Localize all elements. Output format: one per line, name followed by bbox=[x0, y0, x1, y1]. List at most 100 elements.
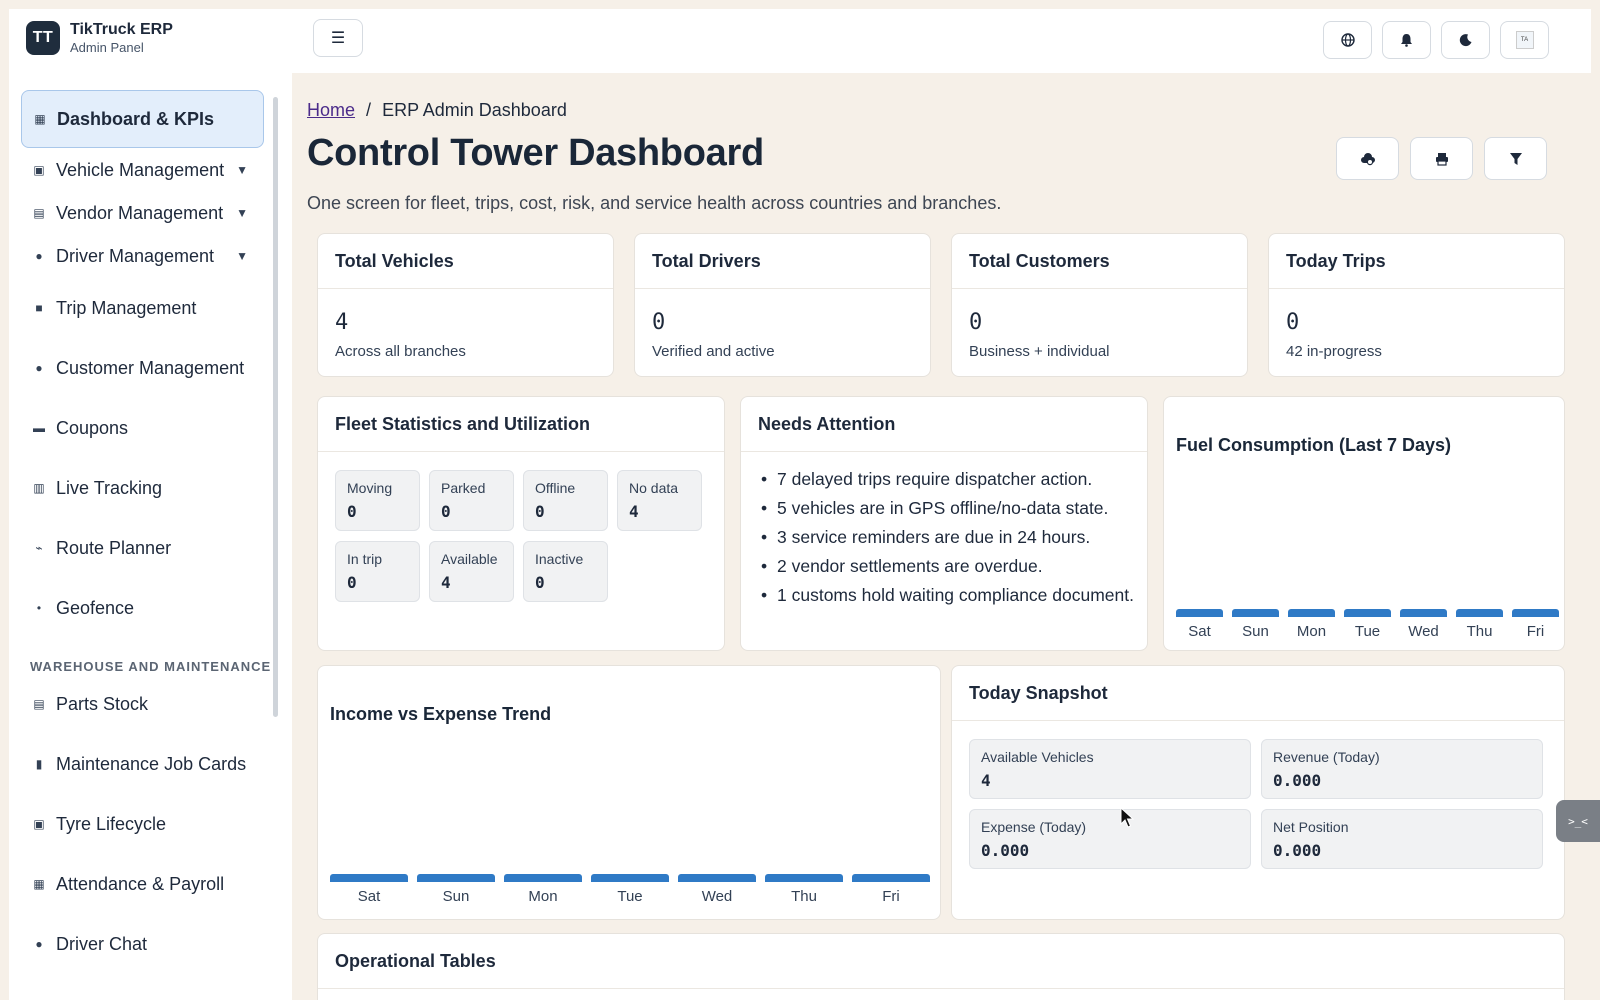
snapshot-value: 0.000 bbox=[981, 841, 1030, 860]
chart-bar-group: Fri bbox=[1512, 609, 1559, 640]
today-snapshot-card: Today Snapshot Available Vehicles 4 Reven… bbox=[951, 665, 1565, 920]
truck-icon: ■ bbox=[35, 301, 43, 315]
language-button[interactable] bbox=[1323, 21, 1372, 59]
chat-icon: ● bbox=[35, 937, 43, 951]
sidebar-item-coupons[interactable]: ▬ Coupons bbox=[21, 408, 264, 448]
bus-icon: ▣ bbox=[33, 163, 45, 177]
tick-label: Thu bbox=[1466, 623, 1493, 640]
theme-toggle-button[interactable] bbox=[1441, 21, 1490, 59]
sidebar-item-attendance[interactable]: ▦ Attendance & Payroll bbox=[21, 864, 264, 904]
menu-toggle-button[interactable]: ☰ bbox=[313, 19, 363, 57]
sidebar-item-driver-chat[interactable]: ● Driver Chat bbox=[21, 924, 264, 964]
profile-button[interactable]: TA bbox=[1500, 21, 1549, 59]
chart-bar bbox=[1400, 609, 1447, 617]
notifications-button[interactable] bbox=[1382, 21, 1431, 59]
stat-tile: Available 4 bbox=[429, 541, 514, 602]
needs-attention-card: Needs Attention 7 delayed trips require … bbox=[740, 396, 1148, 651]
chart-bar-group: Sat bbox=[330, 874, 408, 905]
sidebar-item-job-cards[interactable]: ▮ Maintenance Job Cards bbox=[21, 744, 264, 784]
card-title: Operational Tables bbox=[318, 934, 1564, 989]
users-icon: ● bbox=[35, 361, 43, 375]
sidebar-item-label: Trip Management bbox=[56, 297, 197, 318]
sidebar-section-label: WAREHOUSE AND MAINTENANCE bbox=[30, 659, 272, 674]
chevron-down-icon: ▼ bbox=[236, 163, 248, 177]
sidebar-item-label: Maintenance Job Cards bbox=[56, 753, 247, 774]
ticket-icon: ▬ bbox=[33, 421, 45, 435]
kpi-card-trips: Today Trips 0 42 in-progress bbox=[1268, 233, 1565, 377]
map-icon: ▥ bbox=[33, 481, 45, 495]
stat-label: Available bbox=[441, 551, 498, 567]
filter-button[interactable] bbox=[1484, 137, 1547, 180]
kpi-subtext: Across all branches bbox=[335, 343, 466, 360]
stat-tile: In trip 0 bbox=[335, 541, 420, 602]
operational-tables-card: Operational Tables bbox=[317, 933, 1565, 1000]
kpi-value: 0 bbox=[969, 310, 983, 335]
sync-button[interactable] bbox=[1336, 137, 1399, 180]
chart-bar-group: Fri bbox=[852, 874, 930, 905]
sidebar-item-tyre-lifecycle[interactable]: ▣ Tyre Lifecycle bbox=[21, 804, 264, 844]
stat-tile: Parked 0 bbox=[429, 470, 514, 531]
card-title: Total Vehicles bbox=[318, 234, 613, 289]
sidebar-item-geofence[interactable]: • Geofence bbox=[21, 588, 264, 628]
card-title: Fleet Statistics and Utilization bbox=[318, 397, 724, 452]
box-icon: ▤ bbox=[33, 697, 45, 711]
stat-label: In trip bbox=[347, 551, 383, 567]
calculator-icon: ▦ bbox=[33, 877, 45, 891]
sidebar-item-route-planner[interactable]: ⌁ Route Planner bbox=[21, 528, 264, 568]
print-button[interactable] bbox=[1410, 137, 1473, 180]
stat-label: Offline bbox=[535, 480, 576, 496]
kpi-card-customers: Total Customers 0 Business + individual bbox=[951, 233, 1248, 377]
sidebar-item-label: Geofence bbox=[56, 597, 135, 618]
chart-title: Fuel Consumption (Last 7 Days) bbox=[1176, 435, 1452, 455]
chart-bar-group: Wed bbox=[1400, 609, 1447, 640]
chart-bar-group: Mon bbox=[1288, 609, 1335, 640]
sidebar-item-label: Driver Chat bbox=[56, 933, 148, 954]
main-content: Home / ERP Admin Dashboard Control Tower… bbox=[307, 73, 1591, 1000]
chart-title: Income vs Expense Trend bbox=[330, 704, 552, 724]
sidebar-scrollbar[interactable] bbox=[273, 97, 278, 717]
building-icon: ▤ bbox=[33, 206, 45, 220]
list-item: 1 customs hold waiting compliance docume… bbox=[761, 585, 1136, 606]
filter-icon bbox=[1509, 152, 1522, 165]
app-frame: TT TikTruck ERP Admin Panel ☰ TA ▦ Dashb… bbox=[9, 9, 1591, 1000]
fuel-bars: Sat Sun Mon Tue Wed Thu Fri bbox=[1176, 609, 1559, 640]
chart-bar bbox=[504, 874, 582, 882]
sidebar-item-dashboard[interactable]: ▦ Dashboard & KPIs bbox=[21, 90, 264, 148]
floating-widget-button[interactable]: >_< bbox=[1556, 800, 1600, 842]
chart-bar-group: Tue bbox=[1344, 609, 1391, 640]
sidebar-item-parts-stock[interactable]: ▤ Parts Stock bbox=[21, 684, 264, 724]
snapshot-label: Available Vehicles bbox=[981, 749, 1094, 765]
sidebar-item-customers[interactable]: ● Customer Management bbox=[21, 348, 264, 388]
tick-label: Fri bbox=[882, 888, 900, 905]
sidebar-item-live-tracking[interactable]: ▥ Live Tracking bbox=[21, 468, 264, 508]
sidebar-item-vehicles[interactable]: ▣ Vehicle Management ▼ bbox=[21, 150, 264, 190]
breadcrumb-current: ERP Admin Dashboard bbox=[382, 100, 567, 120]
widget-label: >_< bbox=[1568, 814, 1588, 828]
chart-bar-group: Thu bbox=[1456, 609, 1503, 640]
card-title: Needs Attention bbox=[741, 397, 1147, 452]
car-icon: ▣ bbox=[33, 817, 45, 831]
kpi-value: 0 bbox=[1286, 310, 1300, 335]
stat-tile: Offline 0 bbox=[523, 470, 608, 531]
brand[interactable]: TT TikTruck ERP Admin Panel bbox=[26, 21, 173, 55]
tick-label: Thu bbox=[791, 888, 817, 905]
cloud-sync-icon bbox=[1360, 152, 1375, 165]
page-subtitle: One screen for fleet, trips, cost, risk,… bbox=[307, 193, 1002, 213]
snapshot-value: 0.000 bbox=[1273, 841, 1322, 860]
chart-bar bbox=[1288, 609, 1335, 617]
kpi-value: 0 bbox=[652, 310, 666, 335]
sidebar-item-vendors[interactable]: ▤ Vendor Management ▼ bbox=[21, 193, 264, 233]
pin-icon: • bbox=[36, 601, 42, 615]
sidebar-item-drivers[interactable]: ● Driver Management ▼ bbox=[21, 236, 264, 276]
tick-label: Mon bbox=[528, 888, 558, 905]
sidebar-item-label: Live Tracking bbox=[56, 477, 163, 498]
chart-bar-group: Mon bbox=[504, 874, 582, 905]
card-title: Total Drivers bbox=[635, 234, 930, 289]
sidebar-item-trips[interactable]: ■ Trip Management bbox=[21, 288, 264, 328]
tick-label: Wed bbox=[701, 888, 733, 905]
breadcrumb-home-link[interactable]: Home bbox=[307, 100, 355, 120]
print-icon bbox=[1435, 152, 1448, 166]
chevron-down-icon: ▼ bbox=[236, 249, 248, 263]
kpi-subtext: Verified and active bbox=[652, 343, 775, 360]
route-icon: ⌁ bbox=[35, 541, 43, 555]
